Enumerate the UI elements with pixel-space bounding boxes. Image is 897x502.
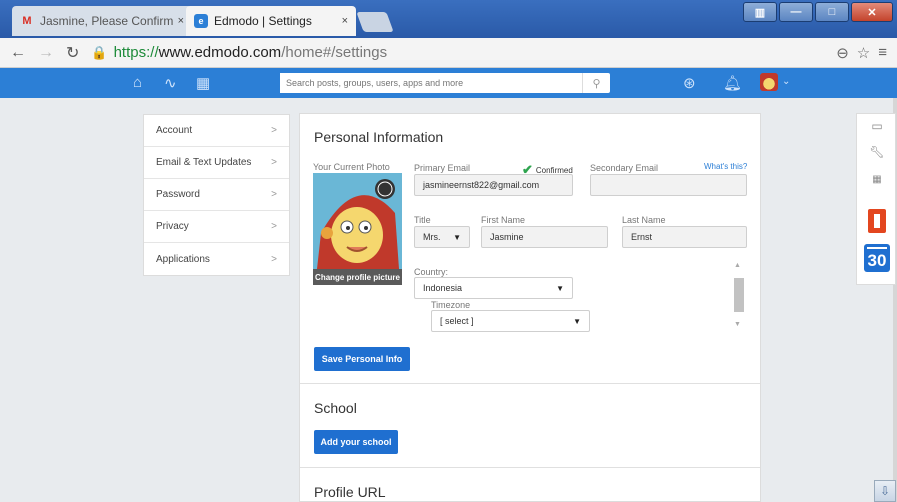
nav-item-email-updates[interactable]: Email & Text Updates > xyxy=(144,147,289,179)
download-icon[interactable]: ⇩ xyxy=(874,480,896,502)
first-name-label: First Name xyxy=(481,215,526,225)
close-icon[interactable]: × xyxy=(342,15,348,27)
url-host: www.edmodo.com xyxy=(158,44,282,61)
title-select[interactable]: Mrs. ▼ xyxy=(414,226,470,248)
apps-grid-icon[interactable]: ▦ xyxy=(857,174,897,185)
personal-info-title: Personal Information xyxy=(314,129,444,145)
country-label: Country: xyxy=(414,267,449,277)
title-label: Title xyxy=(414,215,431,225)
country-value: Indonesia xyxy=(423,283,463,293)
scroll-up-icon[interactable]: ▲ xyxy=(734,262,741,269)
section-divider xyxy=(300,467,760,468)
settings-panel: Personal Information Your Current Photo … xyxy=(299,113,761,502)
search-icon[interactable]: ⚲ xyxy=(582,73,610,93)
chevron-down-icon[interactable]: ⌄ xyxy=(782,76,790,87)
calendar-icon[interactable]: 30 xyxy=(864,244,890,272)
country-select[interactable]: Indonesia ▼ xyxy=(414,277,573,299)
nav-item-label: Password xyxy=(156,189,200,200)
dropdown-arrow-icon: ▼ xyxy=(573,316,581,326)
search-input[interactable] xyxy=(280,73,582,93)
maximize-button[interactable]: □ xyxy=(815,2,849,22)
nav-item-label: Privacy xyxy=(156,221,189,232)
browser-tab-gmail[interactable]: M Jasmine, Please Confirm Y × xyxy=(12,6,192,36)
close-icon[interactable]: × xyxy=(178,15,184,27)
settings-nav: Account > Email & Text Updates > Passwor… xyxy=(143,114,290,276)
minimize-button[interactable]: — xyxy=(779,2,813,22)
tab-label: Jasmine, Please Confirm Y xyxy=(40,14,174,28)
window-controls: ▥ — □ ✕ xyxy=(743,2,893,22)
nav-item-applications[interactable]: Applications > xyxy=(144,243,289,275)
close-window-button[interactable]: ✕ xyxy=(851,2,893,22)
notification-bell-icon[interactable]: 🔔︎ xyxy=(723,74,742,92)
menu-icon[interactable]: ≡ xyxy=(878,44,887,62)
chevron-right-icon: > xyxy=(271,253,277,265)
last-name-field[interactable]: Ernst xyxy=(622,226,747,248)
chevron-right-icon: > xyxy=(271,221,277,232)
nav-item-label: Account xyxy=(156,125,193,136)
nav-item-label: Email & Text Updates xyxy=(156,157,252,168)
save-personal-info-button[interactable]: Save Personal Info xyxy=(314,347,410,371)
lock-icon: 🔒 xyxy=(91,44,108,60)
avatar[interactable] xyxy=(760,73,778,91)
tab-label: Edmodo | Settings xyxy=(214,14,312,28)
gmail-icon: M xyxy=(22,15,32,27)
nav-item-label: Applications xyxy=(156,253,210,265)
office-icon[interactable] xyxy=(868,209,886,233)
nav-item-password[interactable]: Password > xyxy=(144,179,289,211)
dropdown-arrow-icon: ▼ xyxy=(453,232,461,242)
profile-url-title: Profile URL xyxy=(314,484,386,500)
timezone-value: [ select ] xyxy=(440,316,474,326)
change-profile-picture-button[interactable]: Change profile picture xyxy=(313,269,402,285)
progress-icon[interactable]: ⊛ xyxy=(683,74,696,92)
last-name-label: Last Name xyxy=(622,215,666,225)
school-title: School xyxy=(314,400,357,416)
scroll-down-icon[interactable]: ▼ xyxy=(734,321,741,328)
timezone-select[interactable]: [ select ] ▼ xyxy=(431,310,590,332)
zoom-icon[interactable]: ⊖ xyxy=(836,44,849,62)
url-field[interactable]: 🔒 https:// www.edmodo.com /home#/setting… xyxy=(91,42,836,64)
add-school-button[interactable]: Add your school xyxy=(314,430,398,454)
edmodo-header: ⌂ ∿ ▦ ⚲ ⊛ 🔔︎ ⌄ xyxy=(0,68,897,98)
backpack-icon[interactable]: ▦ xyxy=(196,74,210,92)
profile-photo[interactable]: Change profile picture xyxy=(313,173,402,285)
secondary-email-field[interactable] xyxy=(590,174,747,196)
store-icon[interactable]: ▭ xyxy=(857,119,897,133)
chevron-right-icon: > xyxy=(271,157,277,168)
activity-icon[interactable]: ∿ xyxy=(164,74,177,92)
address-bar: ← → ↻ 🔒 https:// www.edmodo.com /home#/s… xyxy=(0,38,897,68)
chevron-right-icon: > xyxy=(271,189,277,200)
first-name-field[interactable]: Jasmine xyxy=(481,226,608,248)
bookmark-star-icon[interactable]: ☆ xyxy=(857,44,870,62)
forward-icon[interactable]: → xyxy=(38,44,54,62)
reload-icon[interactable]: ↻ xyxy=(66,43,79,63)
new-tab-button[interactable] xyxy=(356,12,394,32)
title-value: Mrs. xyxy=(423,232,441,242)
scrollbar-thumb[interactable] xyxy=(734,278,744,312)
timezone-label: Timezone xyxy=(431,300,471,310)
nav-item-privacy[interactable]: Privacy > xyxy=(144,211,289,243)
browser-titlebar: M Jasmine, Please Confirm Y × e Edmodo |… xyxy=(0,0,897,38)
photo-label: Your Current Photo xyxy=(313,162,390,172)
secondary-email-label: Secondary Email xyxy=(590,163,659,173)
nav-item-account[interactable]: Account > xyxy=(144,115,289,147)
search-box: ⚲ xyxy=(280,73,610,93)
right-toolbar: ▭ 🔧︎ ▦ 30 xyxy=(856,113,896,285)
back-icon[interactable]: ← xyxy=(10,44,26,62)
url-path: /home#/settings xyxy=(281,44,388,61)
region-scrollbar[interactable]: ▲ ▼ xyxy=(733,262,745,328)
browser-tab-edmodo[interactable]: e Edmodo | Settings × xyxy=(186,6,356,36)
primary-email-field[interactable]: jasmineernst822@gmail.com xyxy=(414,174,573,196)
whats-this-link[interactable]: What's this? xyxy=(704,162,747,171)
url-scheme: https:// xyxy=(113,44,159,61)
chevron-right-icon: > xyxy=(271,125,277,136)
primary-email-label: Primary Email xyxy=(414,163,471,173)
user-menu-icon[interactable]: ▥ xyxy=(743,2,777,22)
edmodo-icon: e xyxy=(194,14,208,28)
section-divider xyxy=(300,383,760,384)
home-icon[interactable]: ⌂ xyxy=(133,74,142,91)
wrench-icon[interactable]: 🔧︎ xyxy=(857,145,897,159)
dropdown-arrow-icon: ▼ xyxy=(556,283,564,293)
